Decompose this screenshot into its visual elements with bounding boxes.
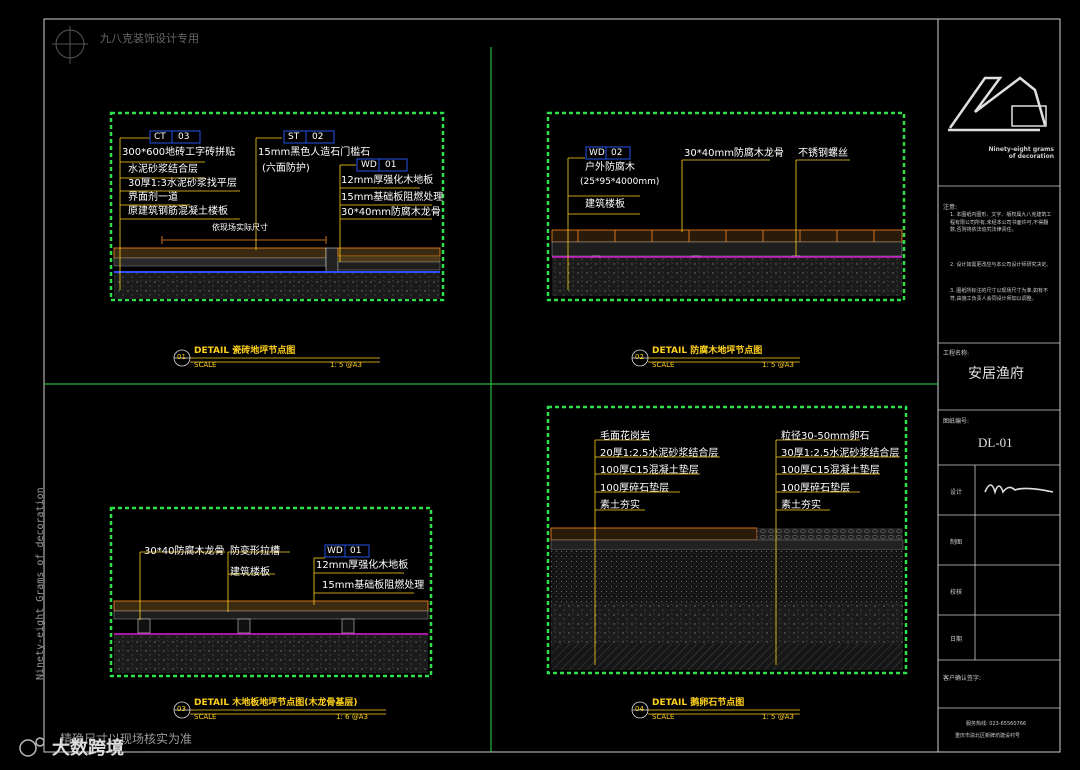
label: 20厚1:2.5水泥砂浆结合层 <box>600 448 719 459</box>
label: 30*40mm防腐木龙骨 <box>341 207 441 218</box>
project-name: 安居渔府 <box>968 366 1024 382</box>
scale-value: 1: 5 @A3 <box>330 361 362 369</box>
scale-label: SCALE <box>194 713 217 721</box>
label: 不锈钢螺丝 <box>798 148 848 159</box>
label: 15mm黑色人造石门槛石 <box>258 147 371 158</box>
detail-title: DETAIL 防腐木地坪节点图 <box>652 346 763 356</box>
label: 30*40防腐木龙骨 <box>144 546 225 557</box>
label: 原建筑钢筋混凝土楼板 <box>128 206 228 217</box>
draw-label: 制图 <box>950 539 963 546</box>
label: (25*95*4000mm) <box>580 177 660 187</box>
label: 素土夯实 <box>781 500 821 511</box>
tag-code: WD <box>589 148 605 158</box>
label: 界面剂一道 <box>128 192 178 203</box>
label: (六面防护) <box>262 163 310 174</box>
label: 30厚1:3水泥砂浆找平层 <box>128 178 237 189</box>
label: 100厚C15混凝土垫层 <box>600 465 699 476</box>
scale-value: 1: 5 @A3 <box>762 713 794 721</box>
label: 100厚C15混凝土垫层 <box>781 465 880 476</box>
label: 15mm基础板阻燃处理 <box>322 580 425 591</box>
address: 重庆市渝北区新牌坊建设村号 <box>955 733 1021 739</box>
detail-title: DETAIL 木地板地坪节点图(木龙骨基层) <box>194 698 358 708</box>
detail-title: DETAIL 鹅卵石节点图 <box>652 698 745 708</box>
watermark-text: 九八克装饰设计专用 <box>100 32 199 45</box>
note-item: 2. 设计如需更改应与本公司设计师研究决定。 <box>950 262 1052 268</box>
brand-logo-icon <box>948 76 1047 132</box>
detail-number: 02 <box>635 353 644 361</box>
tag-num: 02 <box>312 132 324 142</box>
tag-code: CT <box>154 132 166 142</box>
tag-code: WD <box>327 546 343 556</box>
design-label: 设计 <box>950 489 963 496</box>
footer-brand-icon <box>19 737 45 757</box>
brand-name: Ninety-eight grams of decoration <box>988 146 1054 160</box>
footer-brand: 大数跨境 <box>52 738 124 759</box>
corner-logo-icon <box>52 26 88 64</box>
detail-title: DETAIL 瓷砖地坪节点图 <box>194 346 296 356</box>
scale-label: SCALE <box>652 361 675 369</box>
detail-number: 04 <box>635 705 644 713</box>
tag-code: WD <box>361 160 377 170</box>
drawing-no-label: 图纸编号: <box>943 418 970 425</box>
notes-title: 注意: <box>943 204 958 211</box>
client-label: 客户确认签字: <box>943 675 982 682</box>
label: 建筑楼板 <box>585 199 625 210</box>
scale-value: 1: 5 @A3 <box>762 361 794 369</box>
check-label: 校核 <box>950 589 963 596</box>
label: 300*600地砖工字砖拼贴 <box>122 147 236 158</box>
note-item: 1. 本图纸内图形、文字、版权属九八克建筑工程有限公司所有,未经本公司书面许可,… <box>950 212 1052 233</box>
detail-number: 03 <box>177 705 186 713</box>
side-vertical-text: Ninety-eight Grams of decoration <box>35 487 46 680</box>
note-item: 3. 图纸所标注的尺寸以现场尺寸为准,如有不符,由施工负责人会同设计师加以调整。 <box>950 288 1048 302</box>
scale-value: 1: 6 @A3 <box>336 713 368 721</box>
label: 素土夯实 <box>600 500 640 511</box>
label: 粒径30-50mm卵石 <box>781 431 870 442</box>
drawing-no: DL-01 <box>978 435 1013 450</box>
detail-04-drawing <box>546 405 908 675</box>
detail-number: 01 <box>177 353 186 361</box>
label: 水泥砂浆结合层 <box>128 164 198 175</box>
label: 12mm厚强化木地板 <box>316 560 409 571</box>
project-label: 工程名称: <box>943 350 970 357</box>
tag-code: ST <box>288 132 300 142</box>
label: 100厚碎石垫层 <box>781 483 851 494</box>
label: 30厚1:2.5水泥砂浆结合层 <box>781 448 900 459</box>
tag-num: 02 <box>611 148 623 158</box>
label: 建筑楼板 <box>230 567 270 578</box>
designer-signature <box>984 484 1054 495</box>
drawing-sheet <box>19 18 1061 757</box>
tag-num: 03 <box>178 132 190 142</box>
date-label: 日期 <box>950 636 963 643</box>
label: 户外防腐木 <box>585 162 635 173</box>
label: 12mm厚强化木地板 <box>341 175 434 186</box>
dimension-note: 依现场实际尺寸 <box>212 223 268 232</box>
label: 防变形拉槽 <box>230 546 280 557</box>
tag-num: 01 <box>350 546 362 556</box>
scale-label: SCALE <box>194 361 217 369</box>
tag-num: 01 <box>385 160 397 170</box>
detail-03-drawing <box>109 506 433 678</box>
label: 30*40mm防腐木龙骨 <box>684 148 784 159</box>
label: 15mm基础板阻燃处理 <box>341 192 444 203</box>
label: 毛面花岗岩 <box>600 431 650 442</box>
scale-label: SCALE <box>652 713 675 721</box>
phone: 服务热线: 023-65560766 <box>966 721 1027 727</box>
label: 100厚碎石垫层 <box>600 483 670 494</box>
